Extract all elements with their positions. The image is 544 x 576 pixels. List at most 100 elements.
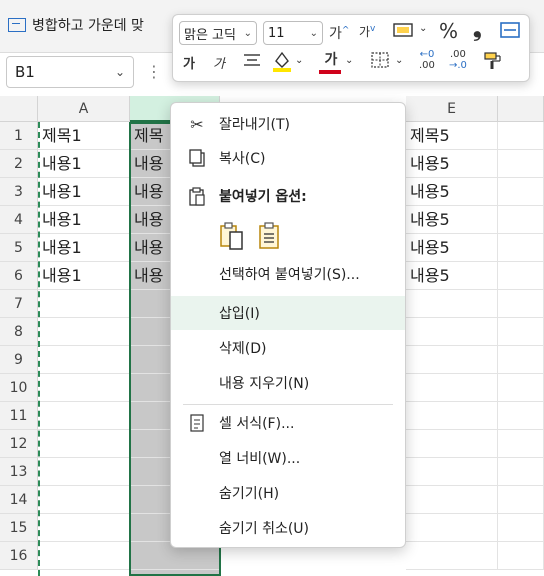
cell[interactable] xyxy=(498,346,544,374)
menu-item-insert[interactable]: 삽입(I) xyxy=(171,296,405,330)
shrink-font-button[interactable]: 가v xyxy=(359,23,375,40)
format-cells-icon xyxy=(187,413,207,433)
cell[interactable] xyxy=(498,122,544,150)
grow-font-button[interactable]: 가^ xyxy=(329,23,349,43)
cell[interactable]: 내용5 xyxy=(406,234,498,262)
row-header[interactable]: 16 xyxy=(0,542,38,570)
row-header[interactable]: 2 xyxy=(0,150,38,178)
chevron-down-icon[interactable]: ⌄ xyxy=(295,55,303,66)
cell[interactable] xyxy=(498,402,544,430)
cell[interactable] xyxy=(498,318,544,346)
percent-style-button[interactable]: % xyxy=(439,19,458,43)
align-center-button[interactable] xyxy=(241,51,263,71)
cell[interactable] xyxy=(406,486,498,514)
cell[interactable] xyxy=(498,234,544,262)
name-box[interactable]: B1 ⌄ xyxy=(6,56,134,88)
chevron-down-icon[interactable]: ⌄ xyxy=(115,65,125,79)
cell[interactable] xyxy=(498,178,544,206)
cell[interactable] xyxy=(406,430,498,458)
cell[interactable] xyxy=(406,402,498,430)
row-header[interactable]: 3 xyxy=(0,178,38,206)
cell[interactable] xyxy=(498,430,544,458)
fill-color-button[interactable] xyxy=(271,49,293,73)
chevron-down-icon[interactable]: ⌄ xyxy=(244,28,252,39)
cell[interactable] xyxy=(498,514,544,542)
bold-button[interactable]: 가 xyxy=(183,53,195,72)
font-name-value: 맑은 고딕 xyxy=(184,27,236,43)
cell[interactable]: 내용5 xyxy=(406,150,498,178)
menu-item-label: 내용 지우기(N) xyxy=(219,376,310,392)
paste-values-icon[interactable] xyxy=(257,221,283,251)
row-header[interactable]: 13 xyxy=(0,458,38,486)
cell[interactable]: 내용5 xyxy=(406,262,498,290)
increase-decimal-button[interactable]: ←0 .00 xyxy=(419,49,435,71)
cell[interactable]: 내용5 xyxy=(406,178,498,206)
row-header[interactable]: 14 xyxy=(0,486,38,514)
cell[interactable] xyxy=(406,318,498,346)
row-header[interactable]: 7 xyxy=(0,290,38,318)
menu-item-unhide[interactable]: 숨기기 취소(U) xyxy=(171,511,405,545)
menu-item-delete[interactable]: 삭제(D) xyxy=(171,331,405,365)
row-header[interactable]: 15 xyxy=(0,514,38,542)
cell[interactable] xyxy=(498,262,544,290)
cell[interactable] xyxy=(406,290,498,318)
font-color-button[interactable]: 가 xyxy=(319,49,343,74)
cell[interactable]: 내용5 xyxy=(406,206,498,234)
chevron-down-icon[interactable]: ⌄ xyxy=(395,55,403,66)
cell[interactable] xyxy=(498,206,544,234)
select-all-corner[interactable] xyxy=(0,96,38,122)
cell[interactable]: 제목5 xyxy=(406,122,498,150)
cell[interactable] xyxy=(498,458,544,486)
row-header[interactable]: 11 xyxy=(0,402,38,430)
row-header[interactable]: 4 xyxy=(0,206,38,234)
cell[interactable] xyxy=(498,542,544,570)
cell[interactable] xyxy=(498,290,544,318)
merge-center-mini-button[interactable] xyxy=(499,21,521,41)
format-painter-button[interactable] xyxy=(481,49,505,73)
cell[interactable] xyxy=(406,374,498,402)
row-header[interactable]: 12 xyxy=(0,430,38,458)
merge-center-button[interactable]: 병합하고 가운데 맞 xyxy=(8,10,144,40)
menu-item-format-cells[interactable]: 셀 서식(F)... xyxy=(171,406,405,440)
formula-bar-grip-icon[interactable]: ⋮ xyxy=(146,62,162,81)
menu-item-clear-contents[interactable]: 내용 지우기(N) xyxy=(171,366,405,400)
menu-item-label: 삭제(D) xyxy=(219,341,267,357)
column-header-f[interactable] xyxy=(498,96,544,122)
menu-item-paste-special[interactable]: 선택하여 붙여넣기(S)... xyxy=(171,257,405,291)
cell[interactable] xyxy=(406,346,498,374)
fill-bucket-icon xyxy=(273,51,291,72)
chevron-down-icon[interactable]: ⌄ xyxy=(419,23,427,34)
cell[interactable] xyxy=(406,514,498,542)
row-header[interactable]: 8 xyxy=(0,318,38,346)
column-header-e[interactable]: E xyxy=(406,96,498,122)
borders-button[interactable] xyxy=(369,51,391,71)
cell[interactable] xyxy=(498,486,544,514)
cell[interactable] xyxy=(498,150,544,178)
column-header-a[interactable]: A xyxy=(38,96,130,122)
shrink-font-label: 가 xyxy=(359,25,371,39)
menu-item-hide[interactable]: 숨기기(H) xyxy=(171,476,405,510)
row-header[interactable]: 5 xyxy=(0,234,38,262)
chevron-down-icon[interactable]: ⌄ xyxy=(310,28,318,39)
font-size-select[interactable]: 11 ⌄ xyxy=(263,21,323,45)
borders-icon xyxy=(371,52,389,68)
font-size-value: 11 xyxy=(268,25,285,41)
cell[interactable] xyxy=(406,458,498,486)
italic-button[interactable]: 가 xyxy=(213,53,225,72)
menu-item-column-width[interactable]: 열 너비(W)... xyxy=(171,441,405,475)
menu-item-cut[interactable]: ✂ 잘라내기(T) xyxy=(171,107,405,141)
copy-icon xyxy=(187,148,207,168)
row-header[interactable]: 10 xyxy=(0,374,38,402)
chevron-down-icon[interactable]: ⌄ xyxy=(345,55,353,66)
accounting-format-button[interactable] xyxy=(391,21,415,41)
font-name-select[interactable]: 맑은 고딕 ⌄ xyxy=(179,21,257,45)
comma-style-button[interactable]: ❟ xyxy=(473,17,482,42)
menu-item-copy[interactable]: 복사(C) xyxy=(171,141,405,175)
row-header[interactable]: 6 xyxy=(0,262,38,290)
paste-icon[interactable] xyxy=(219,221,245,251)
row-header[interactable]: 9 xyxy=(0,346,38,374)
cell[interactable] xyxy=(498,374,544,402)
row-header[interactable]: 1 xyxy=(0,122,38,150)
decrease-decimal-button[interactable]: .00 →.0 xyxy=(449,49,467,71)
cell[interactable] xyxy=(406,542,498,570)
